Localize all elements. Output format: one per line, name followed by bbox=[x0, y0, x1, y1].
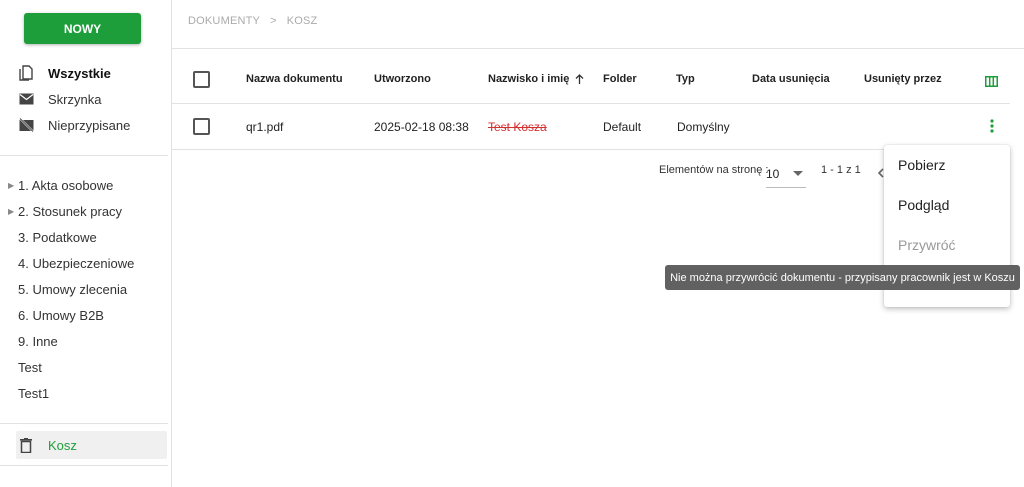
nav-item-label: Nieprzypisane bbox=[48, 117, 131, 133]
arrow-up-icon bbox=[575, 74, 584, 84]
category-item[interactable]: Test bbox=[8, 358, 42, 376]
cell-created: 2025-02-18 08:38 bbox=[374, 120, 469, 134]
document-icon bbox=[18, 65, 34, 81]
category-label: Test bbox=[18, 359, 42, 375]
column-header-type[interactable]: Typ bbox=[676, 73, 695, 85]
expand-arrow-icon[interactable]: ▶ bbox=[8, 181, 18, 190]
select-all-checkbox[interactable] bbox=[193, 71, 210, 88]
columns-icon[interactable] bbox=[985, 74, 998, 92]
table-header-divider bbox=[172, 103, 1010, 104]
restore-tooltip: Nie można przywrócić dokumentu - przypis… bbox=[665, 265, 1020, 290]
app: NOWY Wszystkie Skrzynka Nieprzypisane ▶ … bbox=[0, 0, 1024, 487]
menu-item-restore[interactable]: Przywróć bbox=[898, 237, 956, 253]
category-label: 3. Podatkowe bbox=[18, 229, 97, 245]
column-header-deleted-date[interactable]: Data usunięcia bbox=[752, 73, 830, 85]
breadcrumb: DOKUMENTY > KOSZ bbox=[188, 15, 317, 27]
cell-name[interactable]: qr1.pdf bbox=[246, 120, 283, 134]
header-divider bbox=[172, 48, 1024, 49]
column-header-person-label: Nazwisko i imię bbox=[488, 73, 570, 85]
per-page-label: Elementów na stronę : bbox=[659, 164, 769, 176]
category-item[interactable]: Test1 bbox=[8, 384, 49, 402]
breadcrumb-root[interactable]: DOKUMENTY bbox=[188, 15, 260, 27]
breadcrumb-separator: > bbox=[270, 15, 277, 27]
category-label: 5. Umowy zlecenia bbox=[18, 281, 128, 297]
category-label: 2. Stosunek pracy bbox=[18, 203, 123, 219]
trash-icon bbox=[20, 437, 32, 453]
trash-label: Kosz bbox=[48, 437, 77, 453]
column-header-folder[interactable]: Folder bbox=[603, 73, 637, 85]
mail-icon bbox=[18, 91, 34, 107]
sidebar: NOWY Wszystkie Skrzynka Nieprzypisane ▶ … bbox=[0, 0, 172, 487]
nav-item-inbox[interactable]: Skrzynka bbox=[18, 89, 101, 109]
category-item[interactable]: ▶ 1. Akta osobowe bbox=[8, 176, 113, 194]
unassigned-mail-icon bbox=[18, 117, 34, 133]
menu-item-preview[interactable]: Podgląd bbox=[898, 197, 949, 213]
cell-folder: Default bbox=[603, 120, 642, 134]
breadcrumb-current: KOSZ bbox=[286, 15, 318, 27]
column-header-person[interactable]: Nazwisko i imię bbox=[488, 73, 584, 85]
category-label: 1. Akta osobowe bbox=[18, 177, 114, 193]
category-item[interactable]: 9. Inne bbox=[8, 332, 58, 350]
nav-item-unassigned[interactable]: Nieprzypisane bbox=[18, 115, 130, 135]
category-label: 4. Ubezpieczeniowe bbox=[18, 255, 135, 271]
expand-arrow-icon[interactable]: ▶ bbox=[8, 207, 18, 216]
column-header-name[interactable]: Nazwa dokumentu bbox=[246, 73, 343, 85]
more-vert-icon[interactable] bbox=[990, 119, 994, 138]
column-header-created[interactable]: Utworzono bbox=[374, 73, 431, 85]
category-item[interactable]: ▶ 2. Stosunek pracy bbox=[8, 202, 122, 220]
nav-item-label: Wszystkie bbox=[48, 65, 111, 81]
category-label: Test1 bbox=[18, 385, 50, 401]
nav-item-all[interactable]: Wszystkie bbox=[18, 63, 111, 83]
nav-item-label: Skrzynka bbox=[48, 91, 102, 107]
category-item[interactable]: 4. Ubezpieczeniowe bbox=[8, 254, 134, 272]
category-label: 6. Umowy B2B bbox=[18, 307, 104, 323]
menu-item-download[interactable]: Pobierz bbox=[898, 157, 945, 173]
previous-page-icon[interactable] bbox=[877, 165, 884, 183]
sidebar-divider bbox=[0, 423, 168, 424]
category-item[interactable]: 5. Umowy zlecenia bbox=[8, 280, 127, 298]
category-label: 9. Inne bbox=[18, 333, 58, 349]
sidebar-divider bbox=[0, 465, 168, 466]
new-button[interactable]: NOWY bbox=[24, 13, 141, 44]
column-header-deleted-by[interactable]: Usunięty przez bbox=[864, 73, 942, 85]
cell-person: Test Kosza bbox=[488, 120, 547, 134]
sidebar-item-trash[interactable]: Kosz bbox=[16, 431, 167, 459]
category-item[interactable]: 3. Podatkowe bbox=[8, 228, 97, 246]
row-checkbox[interactable] bbox=[193, 118, 210, 135]
chevron-down-icon bbox=[793, 171, 804, 176]
category-item[interactable]: 6. Umowy B2B bbox=[8, 306, 104, 324]
page-range: 1 - 1 z 1 bbox=[821, 164, 861, 176]
per-page-select[interactable]: 10 bbox=[766, 160, 806, 188]
sidebar-divider bbox=[0, 155, 168, 156]
cell-type: Domyślny bbox=[677, 120, 730, 134]
per-page-value: 10 bbox=[766, 166, 780, 181]
